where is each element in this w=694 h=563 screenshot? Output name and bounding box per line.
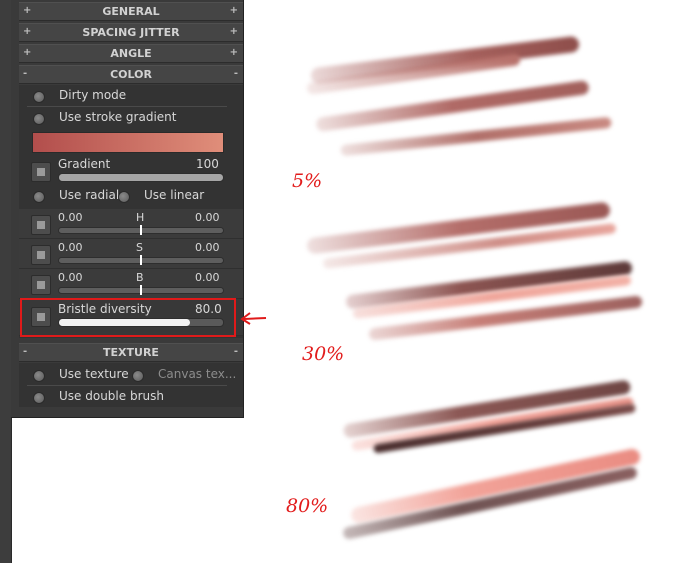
use-radial-radio[interactable] [33,191,45,203]
saturation-slider-handle[interactable] [140,255,142,265]
use-stroke-gradient-radio[interactable] [33,113,45,125]
red-arrow-annotation [240,312,267,325]
gradient-slider[interactable] [58,173,224,182]
saturation-value: 0.00 [58,241,83,254]
hue-slider[interactable] [58,225,224,235]
expand-icon: + [229,47,238,58]
gradient-slider-fill [59,174,223,181]
gradient-value: 100 [196,157,219,171]
section-spacing-jitter-header[interactable]: + SPACING JITTER + [19,23,243,42]
section-general-header[interactable]: + GENERAL + [19,2,243,21]
use-radial-label: Use radial [59,188,120,202]
section-angle-header[interactable]: + ANGLE + [19,44,243,63]
gradient-swatch[interactable] [32,132,224,153]
saturation-right-value: 0.00 [195,241,220,254]
saturation-toggle-button[interactable] [31,245,51,265]
dirty-mode-radio[interactable] [33,91,45,103]
hue-toggle-button[interactable] [31,215,51,235]
expand-icon: + [229,26,238,37]
saturation-label: S [136,241,143,254]
section-color-title: COLOR [110,68,152,81]
brightness-slider-handle[interactable] [140,285,142,295]
gradient-label: Gradient [58,157,111,171]
expand-icon: + [229,5,238,16]
use-stroke-gradient-label: Use stroke gradient [59,110,177,124]
gradient-toggle-button[interactable] [31,162,51,182]
collapse-icon: - [233,68,238,79]
use-texture-radio[interactable] [33,370,45,382]
bristle-diversity-highlight [20,298,236,337]
hue-label: H [136,211,145,224]
brush-settings-panel: + GENERAL + + SPACING JITTER + + ANGLE +… [11,0,244,418]
use-linear-radio[interactable] [118,191,130,203]
canvas-texture-radio[interactable] [132,370,144,382]
annotation-30-percent: 30% [302,343,345,365]
brightness-right-value: 0.00 [195,271,220,284]
hue-right-value: 0.00 [195,211,220,224]
brightness-toggle-button[interactable] [31,275,51,295]
hue-slider-handle[interactable] [140,225,142,235]
section-texture-header[interactable]: - TEXTURE - [19,343,243,362]
use-double-brush-radio[interactable] [33,392,45,404]
collapse-icon: - [233,346,238,357]
brightness-label: B [136,271,144,284]
annotation-5-percent: 5% [292,170,323,192]
canvas-texture-label: Canvas tex... [158,367,237,381]
use-texture-label: Use texture [59,367,129,381]
section-spacing-jitter-title: SPACING JITTER [82,26,180,39]
use-linear-label: Use linear [144,188,205,202]
divider [27,106,227,107]
brightness-slider[interactable] [58,285,224,295]
divider [27,385,227,386]
section-texture-title: TEXTURE [103,346,159,359]
section-angle-title: ANGLE [110,47,152,60]
use-double-brush-label: Use double brush [59,389,164,403]
dirty-mode-label: Dirty mode [59,88,127,102]
section-general-title: GENERAL [102,5,160,18]
saturation-slider[interactable] [58,255,224,265]
brightness-value: 0.00 [58,271,83,284]
section-color-header[interactable]: - COLOR - [19,65,243,84]
hue-value: 0.00 [58,211,83,224]
annotation-80-percent: 80% [286,495,329,517]
